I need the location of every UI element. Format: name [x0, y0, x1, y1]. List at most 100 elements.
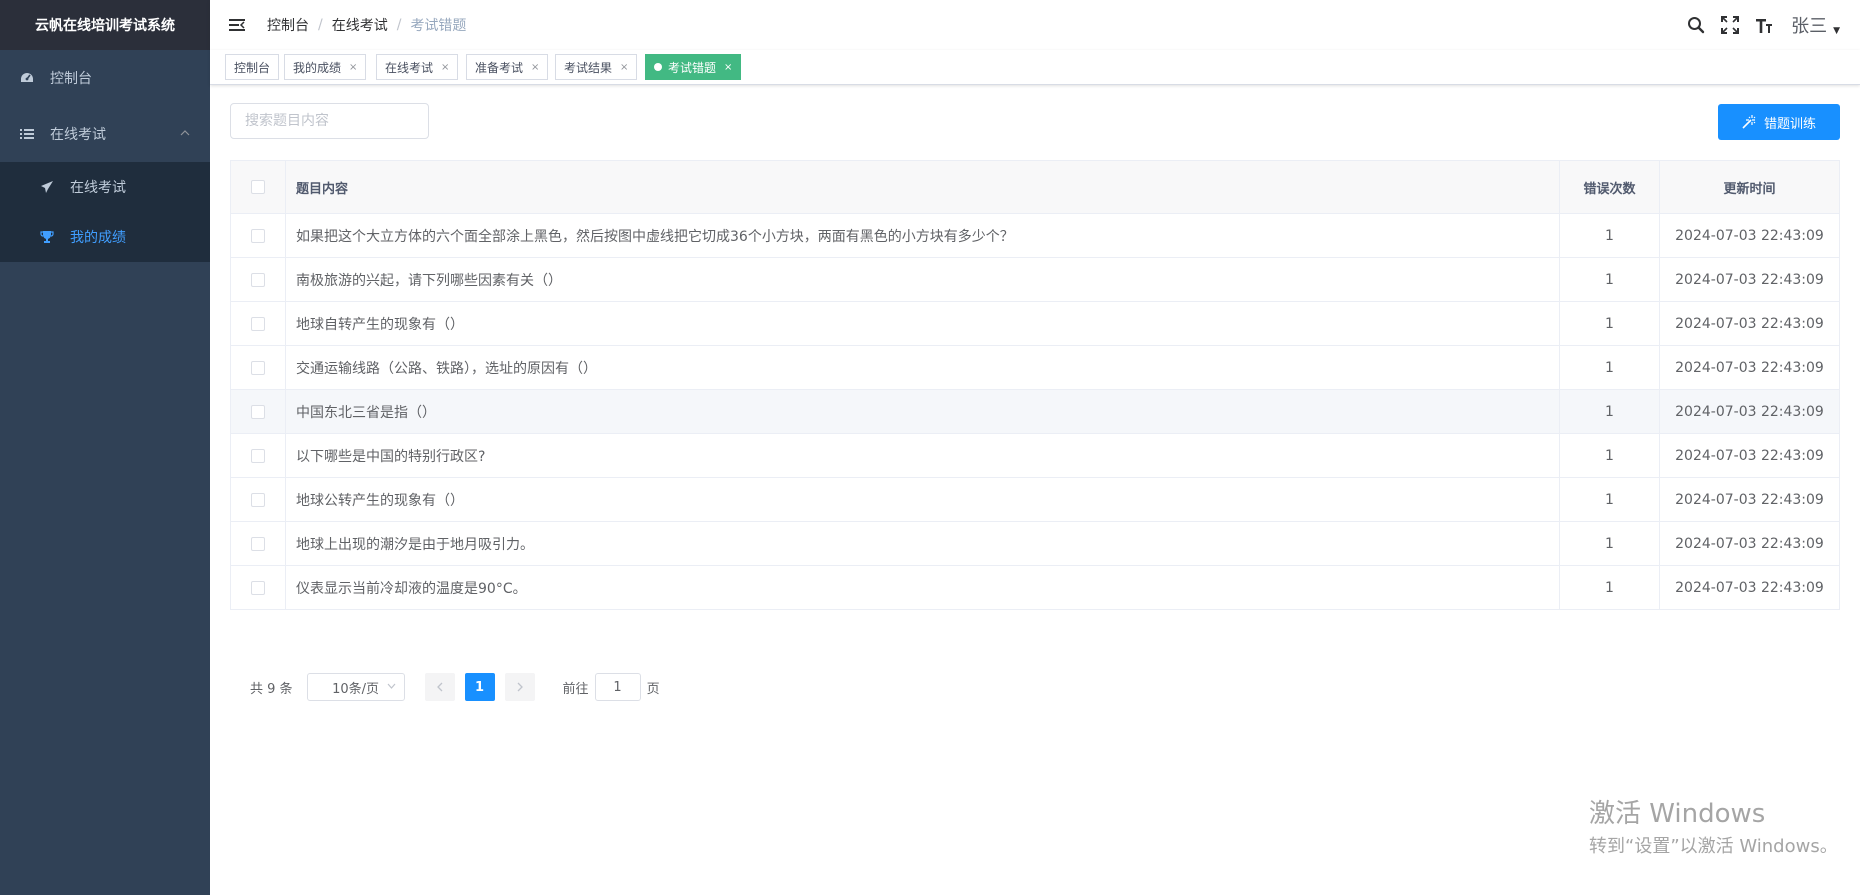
table-row[interactable]: 以下哪些是中国的特别行政区? 1 2024-07-03 22:43:09: [230, 433, 1840, 478]
pagination: 共 9 条 10条/页 1 前往 页: [250, 673, 660, 701]
tag-my-scores[interactable]: 我的成绩 ×: [284, 54, 367, 80]
question-content: 如果把这个大立方体的六个面全部涂上黑色，然后按图中虚线把它切成36个小方块，两面…: [285, 213, 1560, 258]
error-count: 1: [1559, 521, 1660, 566]
page-size-select[interactable]: 10条/页: [306, 673, 405, 701]
update-time: 2024-07-03 22:43:09: [1659, 257, 1840, 302]
question-content: 地球自转产生的现象有（）: [285, 301, 1560, 346]
goto-suffix: 页: [646, 681, 660, 697]
tag-label: 我的成绩: [293, 60, 342, 75]
row-checkbox[interactable]: [251, 492, 265, 507]
table-row[interactable]: 仪表显示当前冷却液的温度是90°C。 1 2024-07-03 22:43:09: [230, 565, 1840, 610]
tag-dashboard[interactable]: 控制台: [225, 54, 280, 80]
list-icon: [20, 127, 34, 141]
font-size-icon[interactable]: [1753, 14, 1775, 36]
tag-prepare-exam[interactable]: 准备考试 ×: [466, 54, 549, 80]
row-select-cell: [230, 345, 286, 390]
windows-activation-watermark: 激活 Windows 转到“设置”以激活 Windows。: [1589, 793, 1838, 858]
active-dot-icon: [654, 63, 662, 71]
row-checkbox[interactable]: [251, 360, 265, 375]
close-icon[interactable]: ×: [441, 62, 449, 73]
breadcrumb-item[interactable]: 在线考试: [332, 15, 388, 35]
error-count: 1: [1559, 477, 1660, 522]
update-time: 2024-07-03 22:43:09: [1659, 213, 1840, 258]
breadcrumb-separator: /: [396, 17, 402, 33]
question-content: 南极旅游的兴起，请下列哪些因素有关（）: [285, 257, 1560, 302]
close-icon[interactable]: ×: [724, 62, 732, 73]
sidebar-item-label: 在线考试: [50, 127, 106, 143]
tag-label: 准备考试: [475, 60, 524, 75]
next-page-button[interactable]: [504, 673, 535, 701]
update-time: 2024-07-03 22:43:09: [1659, 521, 1840, 566]
paper-plane-icon: [40, 180, 54, 194]
tag-online-exam[interactable]: 在线考试 ×: [376, 54, 459, 80]
row-checkbox[interactable]: [251, 448, 265, 463]
chevron-down-icon: [387, 681, 396, 692]
prev-page-button[interactable]: [424, 673, 455, 701]
sidebar: 云帆在线培训考试系统 控制台 在线考试 在线考试 我的成绩: [0, 0, 210, 895]
question-content: 仪表显示当前冷却液的温度是90°C。: [285, 565, 1560, 610]
hamburger-icon[interactable]: [227, 15, 247, 35]
table-row[interactable]: 地球上出现的潮汐是由于地月吸引力。 1 2024-07-03 22:43:09: [230, 521, 1840, 566]
row-checkbox[interactable]: [251, 316, 265, 331]
error-count: 1: [1559, 345, 1660, 390]
table-row[interactable]: 地球自转产生的现象有（） 1 2024-07-03 22:43:09: [230, 301, 1840, 346]
submenu-online-exam: 在线考试 我的成绩: [0, 162, 210, 262]
search-input[interactable]: [230, 103, 429, 139]
breadcrumb-item[interactable]: 控制台: [267, 15, 309, 35]
breadcrumb: 控制台 / 在线考试 / 考试错题: [267, 15, 466, 35]
tag-exam-result[interactable]: 考试结果 ×: [555, 54, 638, 80]
row-checkbox[interactable]: [251, 272, 265, 287]
sidebar-item-label: 控制台: [50, 71, 92, 87]
table-row[interactable]: 南极旅游的兴起，请下列哪些因素有关（） 1 2024-07-03 22:43:0…: [230, 257, 1840, 302]
tag-label: 控制台: [234, 60, 271, 75]
close-icon[interactable]: ×: [531, 62, 539, 73]
select-all-cell: [230, 160, 286, 214]
error-count: 1: [1559, 213, 1660, 258]
wrong-questions-table: 题目内容 错误次数 更新时间 如果把这个大立方体的六个面全部涂上黑色，然后按图中…: [230, 160, 1840, 610]
breadcrumb-item-current: 考试错题: [410, 18, 467, 34]
table-row[interactable]: 交通运输线路（公路、铁路），选址的原因有（） 1 2024-07-03 22:4…: [230, 345, 1840, 390]
close-icon[interactable]: ×: [620, 62, 628, 73]
update-time: 2024-07-03 22:43:09: [1659, 301, 1840, 346]
caret-down-icon[interactable]: ▼: [1833, 26, 1840, 36]
question-content: 以下哪些是中国的特别行政区?: [285, 433, 1560, 478]
error-count: 1: [1559, 257, 1660, 302]
page-size-value: 10条/页: [332, 681, 380, 697]
row-select-cell: [230, 477, 286, 522]
row-checkbox[interactable]: [251, 580, 265, 595]
breadcrumb-separator: /: [318, 17, 323, 33]
search-icon[interactable]: [1685, 14, 1707, 36]
update-time: 2024-07-03 22:43:09: [1659, 565, 1840, 610]
select-all-checkbox[interactable]: [251, 180, 265, 194]
chevron-up-icon: [180, 128, 190, 139]
question-content: 中国东北三省是指（）: [285, 389, 1560, 434]
page-number-current[interactable]: 1: [464, 673, 495, 701]
wrong-question-training-button[interactable]: 错题训练: [1718, 104, 1840, 140]
button-label: 错题训练: [1763, 116, 1816, 132]
close-icon[interactable]: ×: [349, 62, 357, 73]
tag-label: 考试错题: [668, 60, 717, 75]
update-time: 2024-07-03 22:43:09: [1659, 389, 1840, 434]
tag-label: 考试结果: [564, 60, 613, 75]
row-select-cell: [230, 213, 286, 258]
row-checkbox[interactable]: [251, 536, 265, 551]
table-row[interactable]: 地球公转产生的现象有（） 1 2024-07-03 22:43:09: [230, 477, 1840, 522]
tags-view: 控制台 我的成绩 × 在线考试 × 准备考试 × 考试结果 × 考试错题 ×: [210, 50, 1860, 85]
error-count: 1: [1559, 433, 1660, 478]
table-row[interactable]: 中国东北三省是指（） 1 2024-07-03 22:43:09: [230, 389, 1840, 434]
goto-page-input[interactable]: [594, 673, 641, 701]
tag-wrong-questions[interactable]: 考试错题 ×: [645, 54, 742, 80]
row-checkbox[interactable]: [251, 228, 265, 243]
sidebar-item-online-exam-sub[interactable]: 在线考试: [0, 162, 210, 212]
sidebar-item-dashboard[interactable]: 控制台: [0, 50, 210, 106]
sidebar-item-my-scores[interactable]: 我的成绩: [0, 212, 210, 262]
navbar-right: 张三 ▼: [1685, 0, 1860, 50]
update-time: 2024-07-03 22:43:09: [1659, 345, 1840, 390]
user-name[interactable]: 张三: [1791, 12, 1827, 38]
fullscreen-icon[interactable]: [1719, 14, 1741, 36]
sidebar-item-online-exam[interactable]: 在线考试: [0, 106, 210, 162]
error-count: 1: [1559, 565, 1660, 610]
row-checkbox[interactable]: [251, 404, 265, 419]
app-title: 云帆在线培训考试系统: [0, 0, 210, 50]
table-row[interactable]: 如果把这个大立方体的六个面全部涂上黑色，然后按图中虚线把它切成36个小方块，两面…: [230, 213, 1840, 258]
